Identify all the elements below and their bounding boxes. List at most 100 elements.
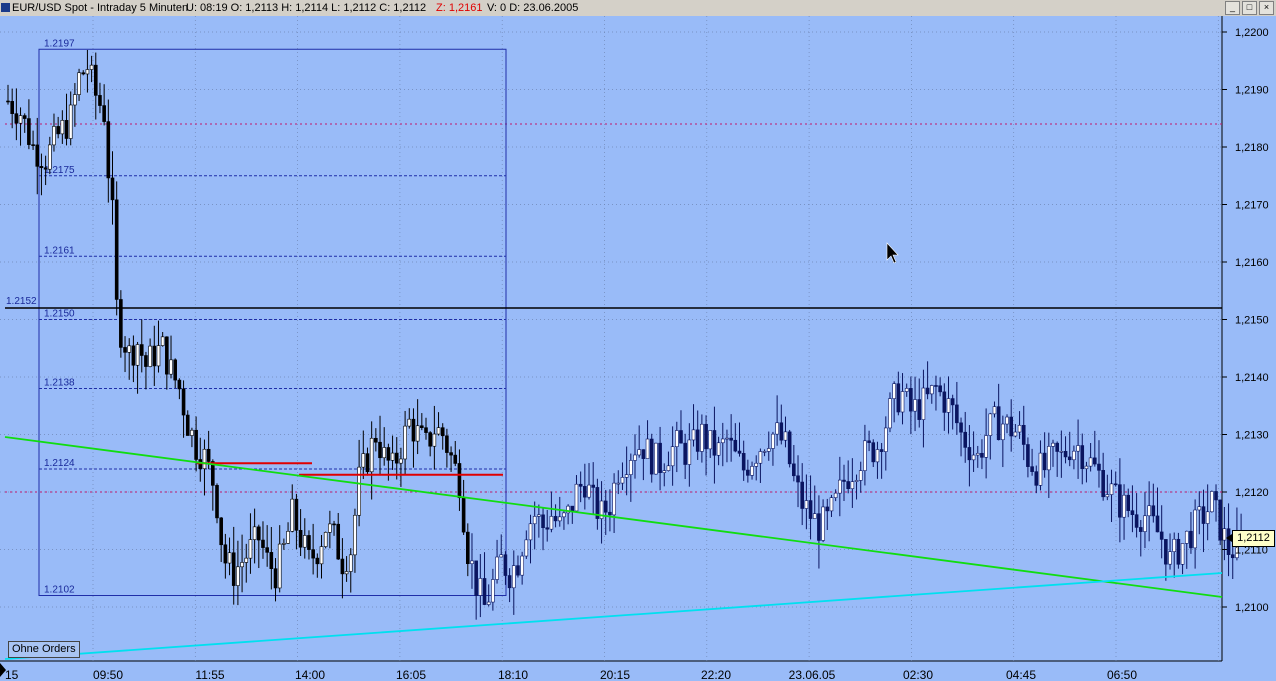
y-tick-label: 1,2180 [1235,142,1269,154]
candle-body [649,438,654,475]
candle-body [1138,527,1143,532]
candle-body [323,532,328,547]
candle-body [1122,494,1126,518]
price-chart[interactable]: 1.21971.21751.21611.21501.21381.21241.21… [0,16,1276,681]
candle-body [1042,452,1047,471]
candle-body [374,437,378,443]
candle-body [817,513,821,541]
candle-body [407,418,412,427]
candle-body [1197,506,1202,511]
candle-body [980,452,984,458]
candle-body [461,497,466,533]
candle-body [1076,445,1080,452]
candle-body [98,95,102,106]
candle-body [399,458,403,464]
candle-body [486,601,491,605]
x-tick-label: 09:50 [93,668,123,681]
candle-body [465,531,470,565]
candle-body [904,388,909,392]
candle-body [762,451,767,453]
candle-body [35,144,40,167]
candle-body [294,498,299,531]
candle-body [1205,511,1210,524]
candle-body [436,427,441,435]
candle-body [1001,423,1005,441]
candle-body [1168,551,1172,565]
candle-body [858,470,863,481]
candle-body [1126,494,1131,511]
candle-body [754,462,759,467]
candle-body [846,481,850,490]
candle-body [511,565,516,589]
candle-body [298,530,303,548]
candle-body [478,578,483,596]
candle-body [394,452,399,464]
candle-body [654,442,658,475]
candle-body [787,431,792,465]
candle-body [428,432,432,447]
maximize-button[interactable]: □ [1242,1,1257,15]
candle-body [988,413,993,436]
candle-body [1130,510,1135,515]
ohne-orders-button[interactable]: Ohne Orders [8,641,80,658]
window-titlebar: EUR/USD Spot - Intraday 5 Minuten U: 08:… [0,0,1276,17]
candle-body [256,526,261,541]
candle-body [737,450,742,454]
candle-body [432,433,437,447]
candle-body [344,571,349,575]
candle-body [1063,450,1068,458]
candle-body [1038,452,1043,486]
fib-level-label: 1.2197 [44,38,75,49]
fib-level-label: 1.2150 [44,309,75,320]
candle-body [1088,457,1093,467]
candle-body [917,399,922,420]
candle-body [557,516,562,522]
candle-body [453,454,458,464]
candle-body [365,453,370,473]
candle-body [1172,538,1177,552]
candle-body [1084,465,1089,470]
candle-body [378,441,382,459]
candle-body [1072,450,1076,461]
candle-body [43,167,48,170]
candle-body [1109,483,1114,495]
minimize-button[interactable]: _ [1225,1,1240,15]
candle-body [758,451,763,464]
candle-body [181,388,186,416]
x-axis-area [0,661,1276,681]
y-tick-label: 1,2130 [1235,430,1269,442]
fib-level-label: 1.2161 [44,245,75,256]
candle-body [883,427,888,452]
candle-body [612,482,616,516]
plot-area[interactable] [0,16,1222,661]
candle-body [909,388,913,412]
candle-body [64,120,69,139]
candle-body [340,558,345,575]
candle-body [729,437,733,441]
candle-body [85,69,90,75]
candle-body [1026,444,1030,467]
candle-body [875,449,880,463]
close-button[interactable]: × [1259,1,1274,15]
candle-body [959,422,963,433]
candle-body [963,431,968,448]
candle-body [524,539,529,557]
x-tick-label: 15 [5,668,19,681]
chart-window-icon[interactable] [1,3,10,12]
y-tick-label: 1,2200 [1235,27,1269,39]
candle-body [68,104,73,139]
candle-body [812,513,817,519]
y-tick-label: 1,2190 [1235,85,1269,97]
fib-level-label: 1.2138 [44,378,75,389]
candle-body [315,557,320,565]
candle-body [879,449,884,452]
candle-body [942,391,947,413]
candle-body [227,552,232,564]
candle-body [169,359,173,375]
candle-body [867,440,871,443]
candle-body [415,425,420,442]
candle-body [695,429,700,452]
candle-body [537,514,541,517]
candle-body [583,486,587,498]
candle-body [1005,416,1009,425]
